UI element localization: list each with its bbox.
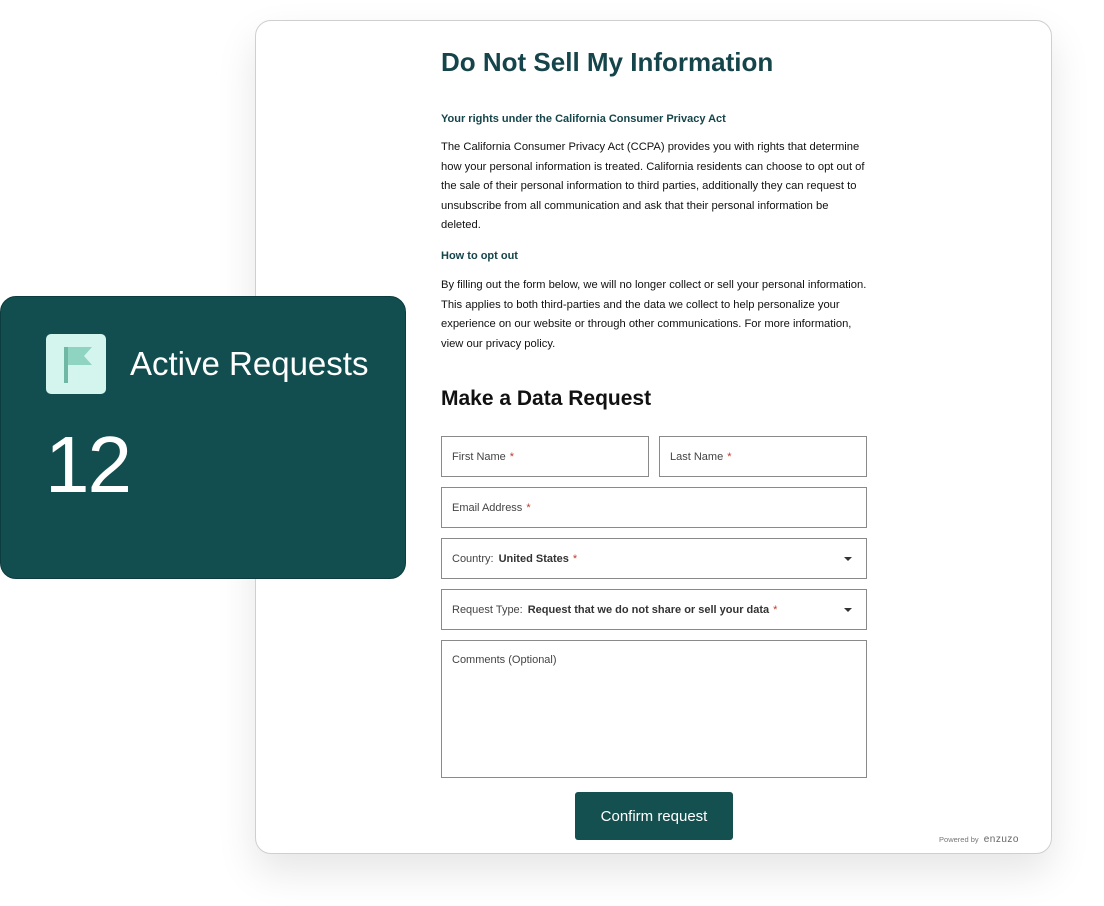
country-select[interactable]: Country: United States * [441,538,867,579]
active-requests-label: Active Requests [130,345,369,382]
flag-icon [64,347,92,383]
required-mark: * [509,450,515,463]
required-mark: * [526,501,531,514]
request-type-select[interactable]: Request Type: Request that we do not sha… [441,589,867,630]
email-label: Email Address [452,501,523,514]
form-title: Make a Data Request [441,387,652,410]
first-name-label: First Name [452,450,506,463]
active-requests-card: Active Requests 12 [0,296,406,579]
optout-heading: How to opt out [441,250,518,262]
comments-label: Comments (Optional) [452,654,557,666]
required-mark: * [727,450,732,463]
comments-textarea[interactable]: Comments (Optional) [441,640,867,778]
email-field[interactable]: Email Address * [441,487,867,528]
required-mark: * [773,603,778,616]
active-requests-count: 12 [45,420,132,509]
country-label: Country: [452,552,494,565]
powered-by[interactable]: Powered by enzuzo [939,834,1019,845]
rights-heading: Your rights under the California Consume… [441,113,726,125]
page-title: Do Not Sell My Information [441,47,774,77]
chevron-down-icon [844,607,852,612]
required-mark: * [572,552,578,565]
chevron-down-icon [844,556,852,561]
last-name-field[interactable]: Last Name * [659,436,867,477]
optout-paragraph: By filling out the form below, we will n… [441,279,867,350]
first-name-field[interactable]: First Name * [441,436,649,477]
confirm-request-button[interactable]: Confirm request [575,792,733,840]
enzuzo-logo: enzuzo [983,834,1019,845]
last-name-label: Last Name [670,450,724,463]
country-value: United States [498,552,569,565]
rights-paragraph: The California Consumer Privacy Act (CCP… [441,141,865,232]
request-type-label: Request Type: [452,603,523,616]
request-type-value: Request that we do not share or sell you… [527,603,770,616]
powered-by-label: Powered by [939,835,979,844]
flag-icon-box [46,334,106,394]
